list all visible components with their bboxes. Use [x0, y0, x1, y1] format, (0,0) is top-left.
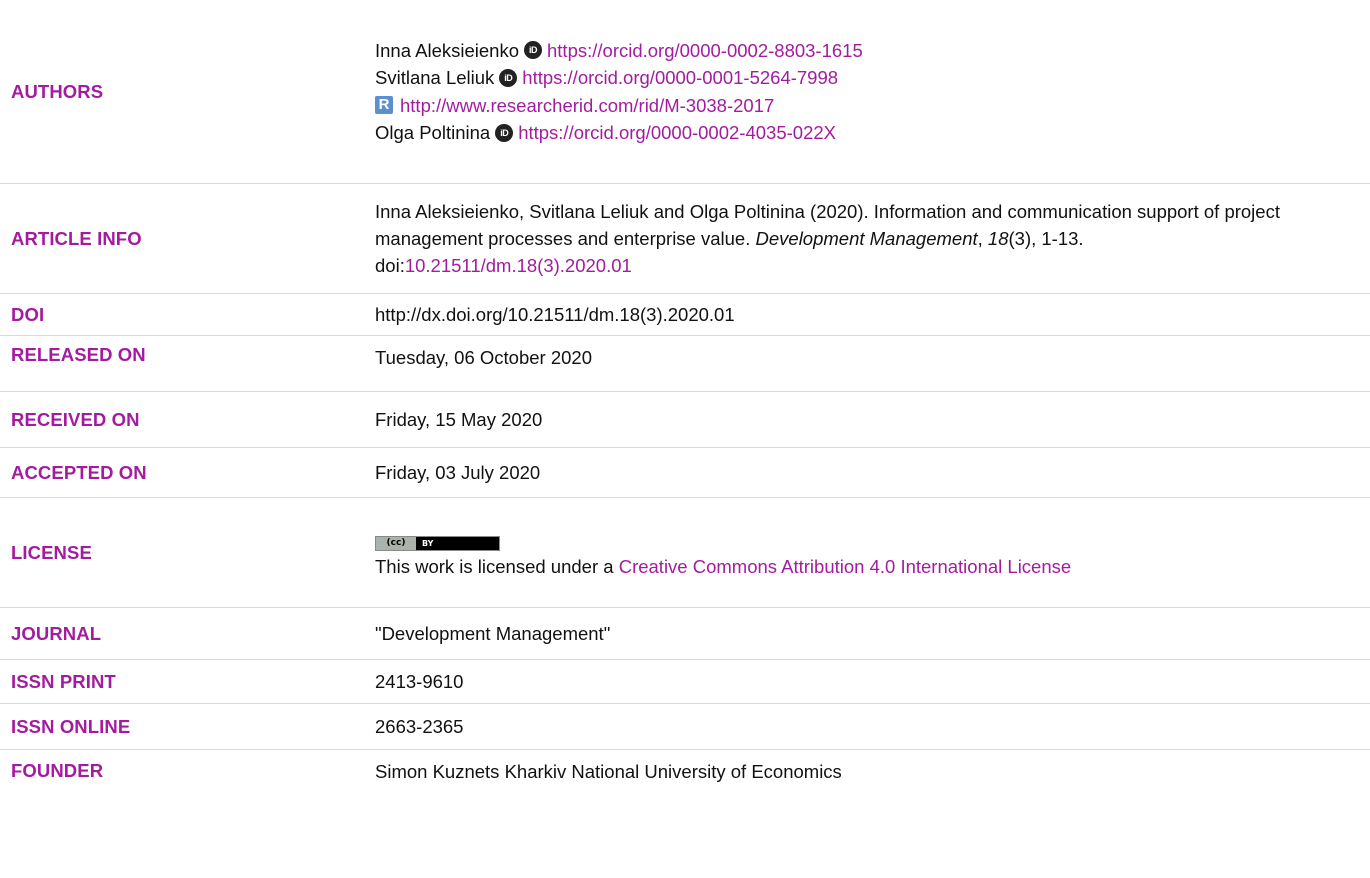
by-icon: BY	[422, 539, 434, 548]
founder-value: Simon Kuznets Kharkiv National Universit…	[375, 760, 842, 782]
license-value: (cc) BY This work is licensed under a Cr…	[375, 525, 1370, 580]
issn-online-value: 2663-2365	[375, 716, 464, 737]
orcid-icon: iD	[524, 41, 542, 60]
received-on-label: RECEIVED ON	[11, 408, 140, 430]
accepted-on-label: ACCEPTED ON	[11, 461, 147, 483]
orcid-icon: iD	[495, 123, 514, 142]
issn-print-label: ISSN PRINT	[11, 670, 116, 692]
orcid-icon: iD	[499, 68, 518, 87]
article-info-citation: Inna Aleksieienko, Svitlana Leliuk and O…	[375, 198, 1370, 279]
article-metadata-table: AUTHORS Inna Aleksieienko iD https://orc…	[0, 0, 1370, 792]
row-accepted-on: ACCEPTED ON Friday, 03 July 2020	[0, 448, 1370, 498]
founder-label: FOUNDER	[11, 760, 104, 781]
authors-list: Inna Aleksieienko iD https://orcid.org/0…	[375, 37, 1370, 147]
issn-print-value: 2413-9610	[375, 671, 464, 692]
citation-comma: ,	[977, 228, 983, 249]
citation-doi-link[interactable]: 10.21511/dm.18(3).2020.01	[405, 255, 632, 276]
row-journal: JOURNAL "Development Management"	[0, 608, 1370, 660]
row-article-info: ARTICLE INFO Inna Aleksieienko, Svitlana…	[0, 184, 1370, 294]
license-prefix: This work is licensed under a	[375, 556, 614, 577]
orcid-link[interactable]: https://orcid.org/0000-0002-4035-022X	[518, 119, 836, 146]
issn-online-label: ISSN ONLINE	[11, 715, 131, 737]
license-link[interactable]: Creative Commons Attribution 4.0 Interna…	[619, 556, 1071, 577]
row-authors: AUTHORS Inna Aleksieienko iD https://orc…	[0, 0, 1370, 184]
researcherid-icon: R	[375, 96, 393, 115]
row-received-on: RECEIVED ON Friday, 15 May 2020	[0, 392, 1370, 448]
released-on-value: Tuesday, 06 October 2020	[375, 347, 592, 368]
orcid-link[interactable]: https://orcid.org/0000-0001-5264-7998	[522, 64, 838, 91]
row-license: LICENSE (cc) BY This work is licensed un…	[0, 498, 1370, 608]
author-name: Olga Poltinina	[375, 122, 491, 144]
cc-by-badge[interactable]: (cc) BY	[375, 536, 500, 551]
row-issn-print: ISSN PRINT 2413-9610	[0, 660, 1370, 704]
row-issn-online: ISSN ONLINE 2663-2365	[0, 704, 1370, 750]
author-entry: Olga Poltinina iD https://orcid.org/0000…	[375, 119, 1330, 147]
row-founder: FOUNDER Simon Kuznets Kharkiv National U…	[0, 750, 1370, 792]
author-entry: Inna Aleksieienko iD https://orcid.org/0…	[375, 37, 1330, 65]
journal-value: "Development Management"	[375, 623, 611, 644]
author-name: Inna Aleksieienko	[375, 39, 519, 61]
license-text: This work is licensed under a Creative C…	[375, 553, 1330, 580]
article-info-label: ARTICLE INFO	[11, 227, 142, 249]
released-on-label: RELEASED ON	[11, 344, 146, 365]
orcid-link[interactable]: https://orcid.org/0000-0002-8803-1615	[547, 37, 863, 64]
row-doi: DOI http://dx.doi.org/10.21511/dm.18(3).…	[0, 294, 1370, 336]
cc-logo-icon: (cc)	[376, 537, 416, 550]
received-on-value: Friday, 15 May 2020	[375, 409, 543, 430]
license-label: LICENSE	[11, 541, 92, 563]
citation-journal: Development Management	[755, 228, 978, 249]
researcherid-link[interactable]: http://www.researcherid.com/rid/M-3038-2…	[400, 92, 774, 119]
author-entry: Svitlana Leliuk iD https://orcid.org/000…	[375, 64, 1330, 92]
author-entry-researcherid: R http://www.researcherid.com/rid/M-3038…	[375, 92, 1330, 120]
author-name: Svitlana Leliuk	[375, 67, 495, 89]
authors-label: AUTHORS	[11, 80, 104, 102]
journal-label: JOURNAL	[11, 622, 102, 644]
accepted-on-value: Friday, 03 July 2020	[375, 462, 541, 483]
doi-label: DOI	[11, 303, 45, 325]
doi-value: http://dx.doi.org/10.21511/dm.18(3).2020…	[375, 304, 735, 325]
row-released-on: RELEASED ON Tuesday, 06 October 2020	[0, 336, 1370, 392]
citation-volume: 18	[987, 228, 1009, 249]
